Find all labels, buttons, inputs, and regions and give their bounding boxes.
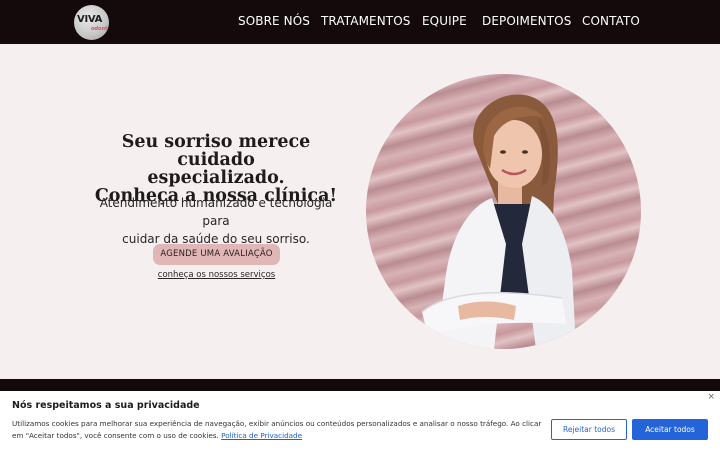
section-divider [0, 379, 720, 391]
nav-link-contato[interactable]: CONTATO [582, 14, 640, 28]
cookie-text: Utilizamos cookies para melhorar sua exp… [12, 418, 552, 442]
logo-subtext: odonto [91, 26, 109, 32]
accept-all-button[interactable]: Aceitar todos [632, 419, 708, 440]
nav-link-depoimentos[interactable]: DEPOIMENTOS [482, 14, 571, 28]
hero-subtitle-line-1: Atendimento humanizado e tecnologia para [99, 196, 333, 228]
dentist-portrait-photo [366, 74, 641, 349]
nav-link-equipe[interactable]: EQUIPE [422, 14, 467, 28]
services-link[interactable]: conheça os nossos serviços [153, 270, 280, 280]
schedule-evaluation-button[interactable]: AGENDE UMA AVALIAÇÃO [153, 244, 280, 265]
logo-text: VIVA [77, 14, 103, 25]
viva-logo-icon[interactable]: VIVA odonto [74, 5, 109, 40]
hero-title-line-1: Seu sorriso merece cuidado [121, 132, 311, 170]
close-icon[interactable]: × [707, 392, 715, 402]
hero-title-line-2: especializado. [147, 168, 285, 188]
cookie-title: Nós respeitamos a sua privacidade [12, 400, 200, 411]
nav-link-tratamentos[interactable]: TRATAMENTOS [321, 14, 410, 28]
hero-subtitle: Atendimento humanizado e tecnologia para… [86, 194, 346, 248]
nav-link-sobre-nos[interactable]: SOBRE NÓS [238, 14, 310, 28]
site-header: VIVA odonto SOBRE NÓS TRATAMENTOS EQUIPE… [0, 0, 720, 44]
privacy-policy-link[interactable]: Política de Privacidade [221, 431, 302, 440]
reject-all-button[interactable]: Rejeitar todos [551, 419, 627, 440]
portrait-illustration [421, 94, 576, 349]
